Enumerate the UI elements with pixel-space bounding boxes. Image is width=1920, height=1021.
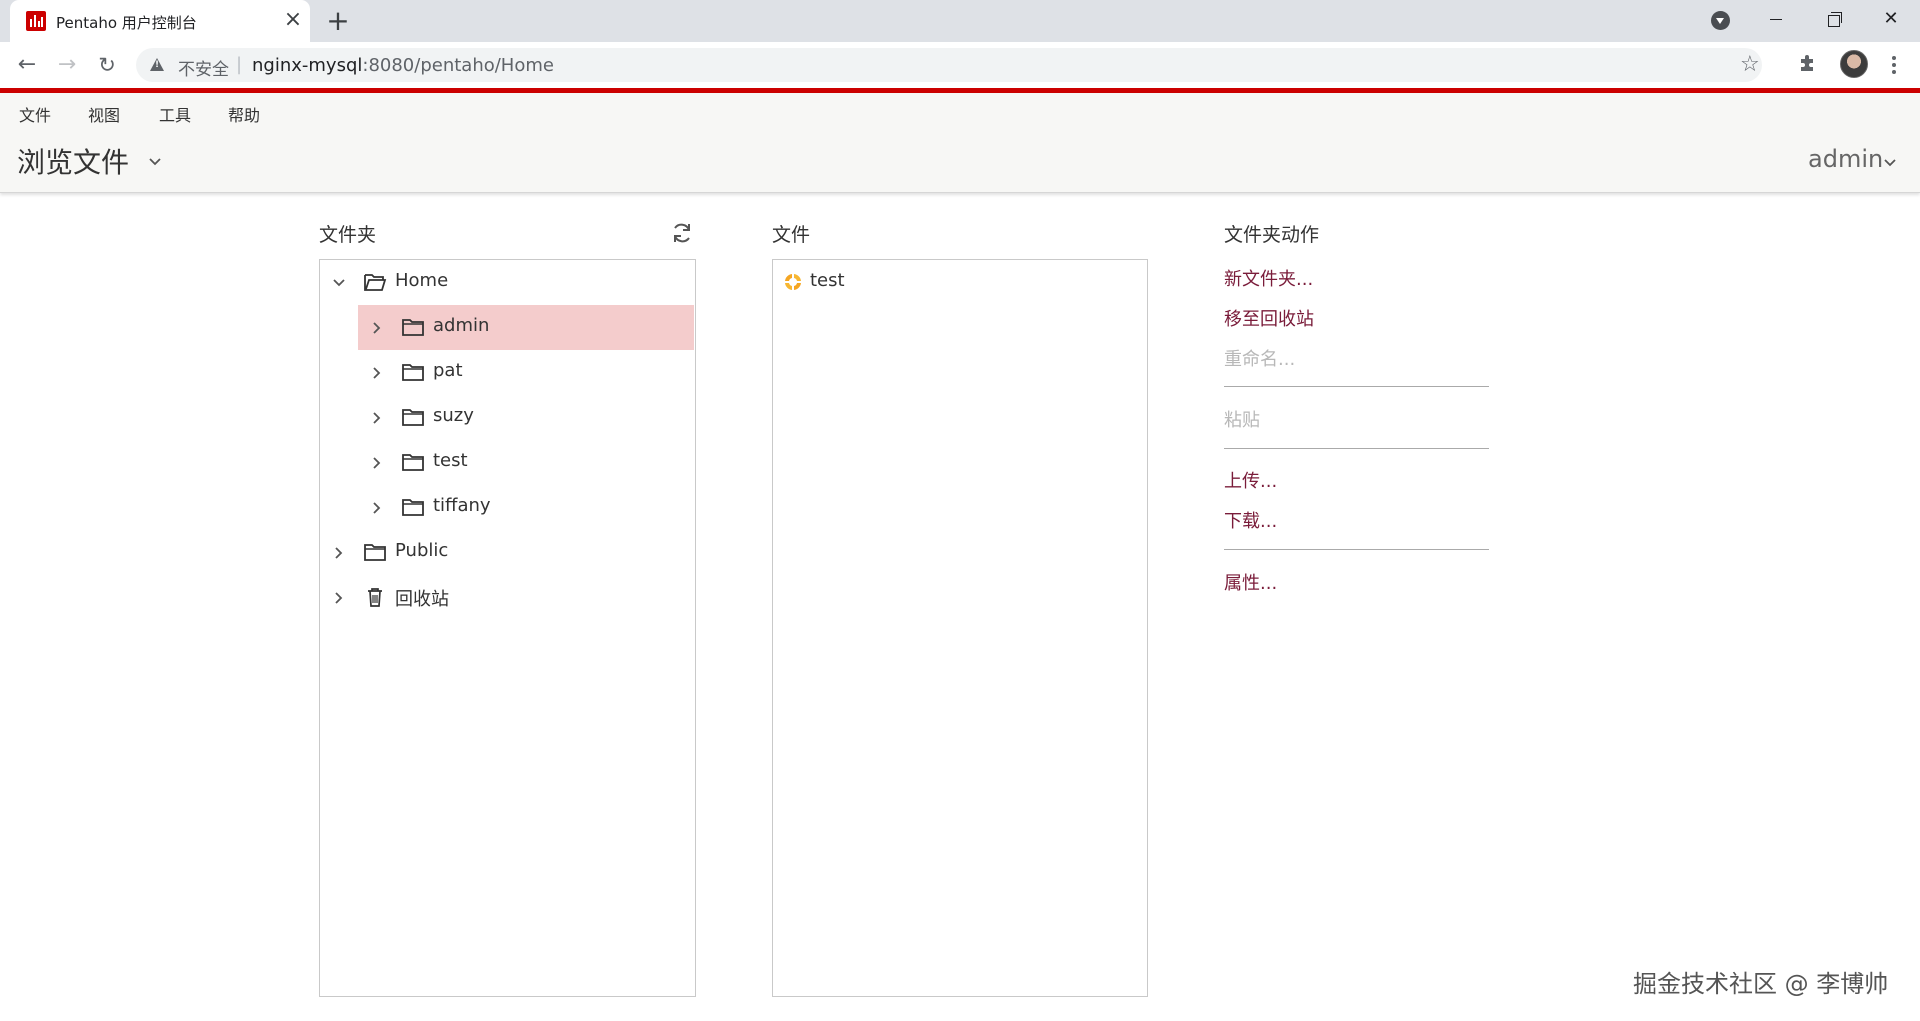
kettle-transformation-icon [782, 271, 804, 293]
tree-item-label: tiffany [433, 495, 491, 516]
tab-search-icon[interactable] [1711, 11, 1730, 30]
tree-item[interactable]: admin [358, 305, 694, 350]
close-window-button[interactable]: ✕ [1868, 4, 1914, 34]
extensions-puzzle-icon[interactable] [1798, 53, 1818, 73]
browser-toolbar: ← → ↻ 不安全 | nginx-mysql:8080/pentaho/Hom… [0, 42, 1920, 88]
browser-tab-strip: Pentaho 用户控制台 × + ✕ [0, 0, 1920, 42]
tree-item[interactable]: pat [358, 350, 694, 395]
tab-title: Pentaho 用户控制台 [56, 14, 197, 32]
chevron-down-icon[interactable] [1883, 155, 1897, 169]
tree-item-label: admin [433, 315, 490, 336]
browser-tab[interactable]: Pentaho 用户控制台 × [10, 0, 310, 42]
divider [1224, 386, 1489, 387]
upload-action[interactable]: 上传... [1224, 467, 1277, 493]
user-menu[interactable]: admin [1808, 145, 1883, 173]
profile-avatar[interactable] [1840, 50, 1868, 78]
paste-action: 粘贴 [1224, 410, 1260, 431]
chevron-right-icon[interactable] [370, 410, 384, 424]
tree-item[interactable]: suzy [358, 395, 694, 440]
tree-item-label: pat [433, 360, 463, 381]
tree-item-label: test [433, 450, 468, 471]
tree-item-label: Public [395, 540, 449, 561]
tree-item[interactable]: 回收站 [320, 575, 694, 620]
menu-help[interactable]: 帮助 [228, 102, 260, 126]
tree-item[interactable]: Home [320, 260, 694, 305]
tab-close-icon[interactable]: × [282, 9, 304, 31]
perspective-title[interactable]: 浏览文件 [17, 141, 129, 181]
rename-action: 重命名... [1224, 349, 1296, 370]
folder-icon [401, 496, 425, 518]
reload-button[interactable]: ↻ [92, 50, 122, 80]
divider [1224, 448, 1489, 449]
tree-item[interactable]: test [358, 440, 694, 485]
file-list [772, 259, 1148, 997]
tree-item[interactable]: Public [320, 530, 694, 575]
security-label[interactable]: 不安全 [178, 55, 229, 80]
not-secure-warning-icon[interactable] [150, 58, 164, 71]
folder-icon [363, 541, 387, 563]
menu-view[interactable]: 视图 [88, 102, 120, 126]
folder-icon [401, 316, 425, 338]
watermark: 掘金技术社区 @ 李博帅 [1633, 970, 1889, 998]
folders-panel-title: 文件夹 [319, 224, 377, 246]
menu-tools[interactable]: 工具 [159, 102, 191, 126]
refresh-icon[interactable] [670, 221, 694, 245]
chevron-right-icon[interactable] [332, 545, 346, 559]
tree-item-label: 回收站 [395, 589, 449, 610]
minimize-button[interactable] [1753, 4, 1799, 34]
bookmark-star-icon[interactable]: ☆ [1740, 52, 1760, 77]
tree-item-label: Home [395, 270, 449, 291]
new-folder-action[interactable]: 新文件夹... [1224, 265, 1313, 291]
address-bar[interactable]: 不安全 | nginx-mysql:8080/pentaho/Home ☆ [136, 48, 1762, 82]
folder-actions-title: 文件夹动作 [1224, 224, 1320, 246]
folder-icon [401, 406, 425, 428]
folder-open-icon [363, 271, 387, 293]
move-to-trash-action[interactable]: 移至回收站 [1224, 305, 1314, 331]
chevron-right-icon[interactable] [370, 320, 384, 334]
folder-icon [401, 451, 425, 473]
app-header: 文件 视图 工具 帮助 浏览文件 admin [0, 93, 1920, 193]
chevron-right-icon[interactable] [370, 365, 384, 379]
tree-item-label: suzy [433, 405, 474, 426]
browser-menu-icon[interactable] [1884, 53, 1904, 77]
file-label: test [810, 270, 845, 291]
pentaho-favicon-icon [26, 11, 46, 31]
chevron-down-icon[interactable] [332, 275, 346, 289]
url-text[interactable]: nginx-mysql:8080/pentaho/Home [252, 55, 554, 76]
files-panel-title: 文件 [772, 224, 811, 246]
properties-action[interactable]: 属性... [1224, 569, 1277, 595]
chevron-right-icon[interactable] [332, 590, 346, 604]
url-separator: | [236, 54, 243, 75]
restore-button[interactable] [1810, 4, 1856, 34]
back-button[interactable]: ← [12, 50, 42, 80]
divider [1224, 549, 1489, 550]
new-tab-button[interactable]: + [323, 6, 353, 36]
download-action[interactable]: 下载... [1224, 507, 1277, 533]
folder-icon [401, 361, 425, 383]
chevron-down-icon[interactable] [148, 154, 162, 168]
forward-button[interactable]: → [52, 50, 82, 80]
menu-file[interactable]: 文件 [19, 102, 51, 126]
chevron-right-icon[interactable] [370, 455, 384, 469]
trash-icon [363, 586, 387, 608]
chevron-right-icon[interactable] [370, 500, 384, 514]
tree-item[interactable]: tiffany [358, 485, 694, 530]
